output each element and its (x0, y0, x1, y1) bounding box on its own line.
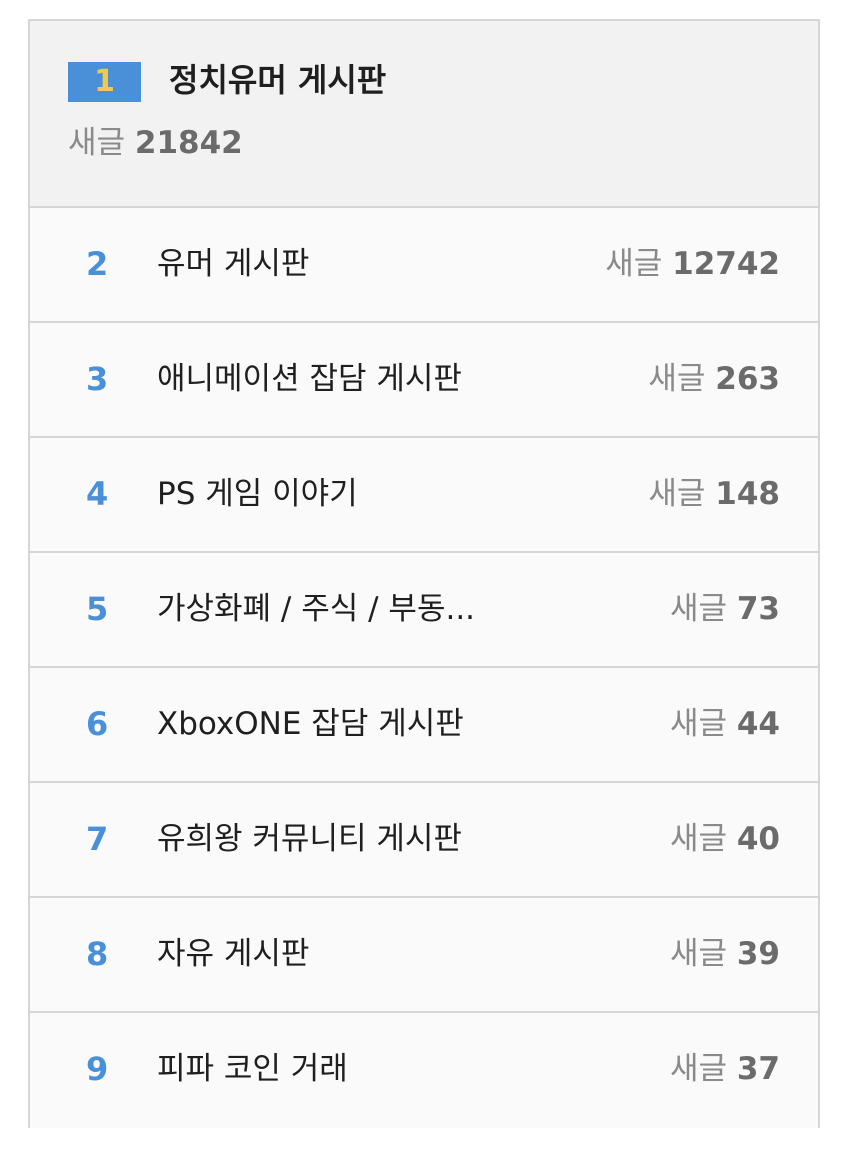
new-post-count: 새글 44 (670, 668, 780, 781)
rank-badge: 1 (68, 62, 141, 102)
new-post-number: 12742 (672, 246, 780, 282)
ranking-item[interactable]: 9 피파 코인 거래 새글 37 (30, 1013, 818, 1128)
new-post-label: 새글 (648, 361, 706, 397)
ranking-item[interactable]: 5 가상화폐 / 주식 / 부동... 새글 73 (30, 553, 818, 668)
board-title[interactable]: PS 게임 이야기 (157, 438, 358, 551)
ranking-item[interactable]: 7 유희왕 커뮤니티 게시판 새글 40 (30, 783, 818, 898)
rank-number: 5 (86, 590, 109, 628)
rank-number: 6 (86, 705, 109, 743)
ranking-item[interactable]: 8 자유 게시판 새글 39 (30, 898, 818, 1013)
new-post-count: 새글 73 (670, 553, 780, 666)
new-post-number: 73 (736, 591, 780, 627)
rank-number: 8 (86, 935, 109, 973)
new-post-number: 37 (736, 1051, 780, 1087)
new-post-number: 148 (715, 476, 780, 512)
ranking-item-top[interactable]: 1 정치유머 게시판 새글 21842 (30, 21, 818, 208)
board-title[interactable]: 정치유머 게시판 (169, 58, 386, 102)
rank-number: 3 (86, 360, 109, 398)
board-title[interactable]: 가상화폐 / 주식 / 부동... (157, 553, 475, 666)
board-title[interactable]: 유희왕 커뮤니티 게시판 (157, 783, 462, 896)
board-title[interactable]: 유머 게시판 (157, 208, 309, 321)
board-title[interactable]: 피파 코인 거래 (157, 1013, 348, 1126)
new-post-count: 새글 148 (648, 438, 780, 551)
new-post-label: 새글 (605, 246, 663, 282)
ranking-item[interactable]: 3 애니메이션 잡담 게시판 새글 263 (30, 323, 818, 438)
new-post-label: 새글 (648, 476, 706, 512)
board-ranking-list: 1 정치유머 게시판 새글 21842 2 유머 게시판 새글 12742 3 … (28, 19, 820, 1128)
new-post-count: 새글 40 (670, 783, 780, 896)
rank-number: 2 (86, 245, 109, 283)
new-post-label: 새글 (669, 1051, 727, 1087)
rank-number: 4 (86, 475, 109, 513)
new-post-count: 새글 37 (670, 1013, 780, 1126)
new-post-number: 39 (736, 936, 780, 972)
new-post-label: 새글 (669, 821, 727, 857)
new-post-label: 새글 (68, 125, 126, 161)
ranking-item[interactable]: 6 XboxONE 잡담 게시판 새글 44 (30, 668, 818, 783)
board-title[interactable]: 애니메이션 잡담 게시판 (157, 323, 462, 436)
new-post-count: 새글 263 (648, 323, 780, 436)
new-post-count: 새글 39 (670, 898, 780, 1011)
new-post-label: 새글 (669, 706, 727, 742)
ranking-item[interactable]: 2 유머 게시판 새글 12742 (30, 208, 818, 323)
rank-number: 7 (86, 820, 109, 858)
board-title[interactable]: XboxONE 잡담 게시판 (157, 668, 464, 781)
new-post-number: 21842 (134, 125, 243, 161)
board-title[interactable]: 자유 게시판 (157, 898, 309, 1011)
new-post-number: 44 (736, 706, 780, 742)
ranking-item[interactable]: 4 PS 게임 이야기 새글 148 (30, 438, 818, 553)
new-post-label: 새글 (669, 591, 727, 627)
new-post-label: 새글 (669, 936, 727, 972)
new-post-number: 263 (715, 361, 780, 397)
new-post-number: 40 (736, 821, 780, 857)
rank-number: 9 (86, 1050, 109, 1088)
new-post-count: 새글 21842 (68, 122, 243, 164)
new-post-count: 새글 12742 (605, 208, 780, 321)
